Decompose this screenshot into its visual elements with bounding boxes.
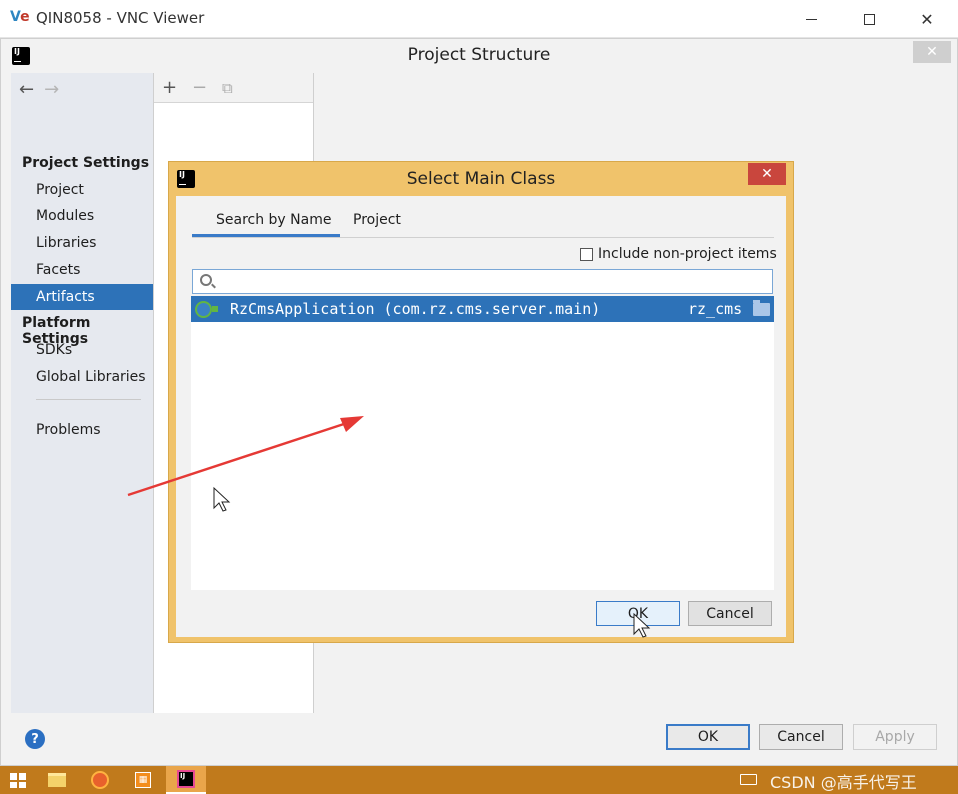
sidebar-item-project[interactable]: Project xyxy=(11,177,153,203)
sidebar-item-libraries[interactable]: Libraries xyxy=(11,230,153,256)
list-item[interactable]: RzCmsApplication (com.rz.cms.server.main… xyxy=(191,296,774,322)
select-main-class-dialog: IJ Select Main Class ✕ Search by Name Pr… xyxy=(168,161,794,643)
sidebar-item-label: Modules xyxy=(36,208,95,224)
sidebar-divider xyxy=(36,399,141,400)
spring-boot-class-icon xyxy=(195,301,218,318)
dialog-title: Select Main Class xyxy=(406,169,556,189)
project-structure-ok-button[interactable]: OK xyxy=(666,724,750,750)
sidebar-item-facets[interactable]: Facets xyxy=(11,257,153,283)
tab-divider xyxy=(192,237,774,238)
sidebar-item-sdks[interactable]: SDKs xyxy=(11,337,153,363)
active-tab-indicator xyxy=(192,234,340,237)
project-structure-titlebar: IJ Project Structure ✕ xyxy=(1,39,957,72)
watermark-text: CSDN @高手代写王 xyxy=(770,773,917,792)
help-icon: ? xyxy=(31,731,39,747)
windows-start-icon[interactable] xyxy=(10,773,26,788)
checkbox-icon[interactable] xyxy=(580,247,593,261)
module-name: rz_cms xyxy=(688,300,743,318)
sidebar-item-label: SDKs xyxy=(36,342,73,358)
maximize-icon xyxy=(863,13,875,25)
search-icon xyxy=(200,274,212,286)
close-button[interactable]: ✕ xyxy=(898,0,956,38)
taskbar-app[interactable]: ▦ xyxy=(123,766,163,794)
dialog-body: Search by Name Project Include non-proje… xyxy=(176,196,786,637)
taskbar-firefox[interactable] xyxy=(80,766,120,794)
class-name: RzCmsApplication (com.rz.cms.server.main… xyxy=(230,300,601,318)
back-arrow-icon[interactable]: ← xyxy=(19,79,34,100)
artifacts-toolbar: + − ⧉ xyxy=(154,73,313,103)
module-folder-icon xyxy=(753,300,770,316)
project-structure-cancel-button[interactable]: Cancel xyxy=(759,724,843,750)
help-button[interactable]: ? xyxy=(25,729,45,749)
nav-arrows: ← → xyxy=(19,79,59,100)
dialog-close-button[interactable]: ✕ xyxy=(748,163,786,185)
search-input[interactable] xyxy=(219,272,767,291)
vnc-logo-v: V xyxy=(10,9,21,25)
minimize-icon xyxy=(805,18,817,20)
settings-sidebar: ← → Project Settings Project Modules Libr… xyxy=(11,73,153,713)
close-icon: ✕ xyxy=(926,44,938,60)
sidebar-item-label: Libraries xyxy=(36,235,97,251)
sidebar-item-modules[interactable]: Modules xyxy=(11,203,153,229)
add-icon[interactable]: + xyxy=(162,77,177,98)
app-icon: ▦ xyxy=(135,772,151,788)
sidebar-item-global-libraries[interactable]: Global Libraries xyxy=(11,364,153,390)
close-icon: ✕ xyxy=(761,166,773,182)
sidebar-item-label: Project xyxy=(36,182,84,198)
sidebar-item-problems[interactable]: Problems xyxy=(11,417,153,443)
project-settings-header: Project Settings xyxy=(22,155,150,171)
remove-icon[interactable]: − xyxy=(192,77,207,98)
minimize-button[interactable] xyxy=(782,0,840,38)
close-icon: ✕ xyxy=(920,9,934,29)
vnc-window-title: QIN8058 - VNC Viewer xyxy=(36,9,205,27)
sidebar-item-label: Problems xyxy=(36,422,101,438)
copy-icon[interactable]: ⧉ xyxy=(222,79,233,97)
dialog-cancel-button[interactable]: Cancel xyxy=(688,601,772,626)
taskbar-file-explorer[interactable] xyxy=(37,766,77,794)
firefox-icon xyxy=(91,771,109,789)
search-field[interactable] xyxy=(192,269,773,294)
maximize-button[interactable] xyxy=(840,0,898,38)
sidebar-item-label: Global Libraries xyxy=(36,369,146,385)
intellij-icon: IJ xyxy=(177,770,195,788)
taskbar-intellij[interactable]: IJ xyxy=(166,766,206,794)
project-structure-apply-button[interactable]: Apply xyxy=(853,724,937,750)
sidebar-item-label: Facets xyxy=(36,262,81,278)
project-structure-title: Project Structure xyxy=(407,45,551,65)
vnc-logo-e: e xyxy=(20,9,30,25)
vnc-titlebar: Ve QIN8058 - VNC Viewer ✕ xyxy=(0,0,958,38)
forward-arrow-icon[interactable]: → xyxy=(44,79,59,100)
include-non-project-checkbox[interactable]: Include non-project items xyxy=(580,246,777,262)
folder-icon xyxy=(48,773,66,787)
taskbar: ▦ IJ CSDN @高手代写王 xyxy=(0,766,958,794)
sidebar-item-artifacts[interactable]: Artifacts xyxy=(11,284,153,310)
tab-project[interactable]: Project xyxy=(353,212,401,238)
vnc-logo-icon: Ve xyxy=(10,9,30,29)
sidebar-item-label: Artifacts xyxy=(36,289,95,305)
keyboard-icon[interactable] xyxy=(740,774,757,785)
dialog-ok-button[interactable]: OK xyxy=(596,601,680,626)
include-non-project-label: Include non-project items xyxy=(598,246,777,262)
project-structure-close-button[interactable]: ✕ xyxy=(913,41,951,63)
class-results-list[interactable]: RzCmsApplication (com.rz.cms.server.main… xyxy=(191,296,774,590)
